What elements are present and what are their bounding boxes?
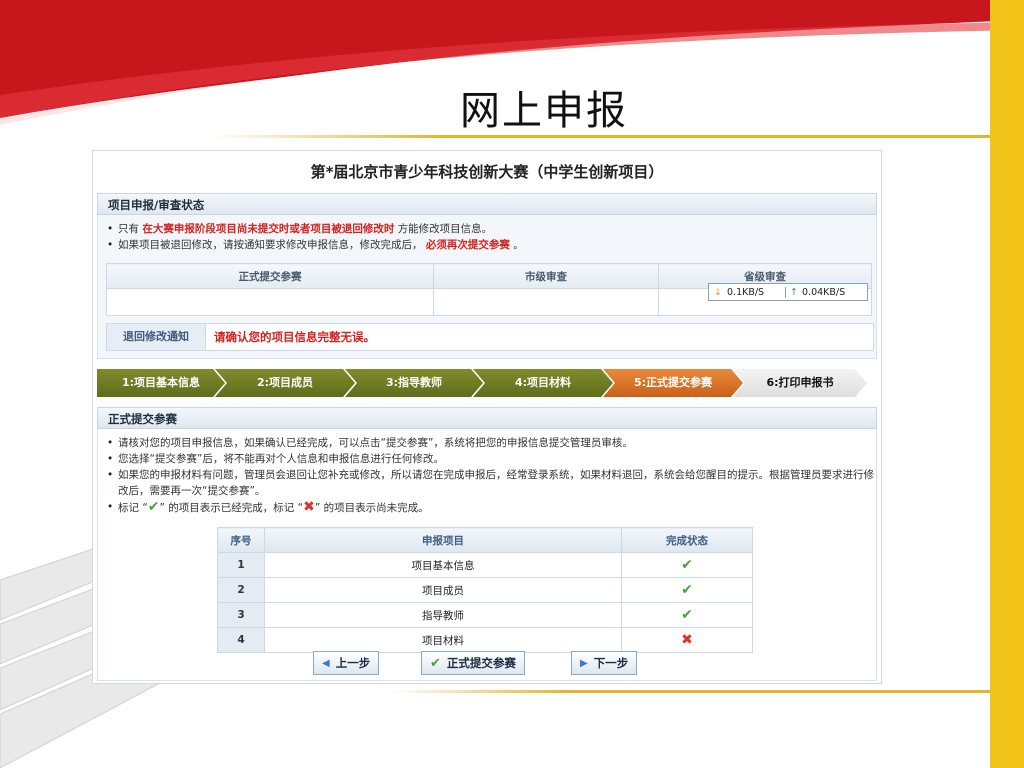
slide-title: 网上申报: [460, 88, 628, 134]
application-screenshot: 第*届北京市青少年科技创新大赛（中学生创新项目） 项目申报/审查状态 只有 在大…: [92, 150, 882, 684]
row-item: 项目材料: [264, 627, 622, 653]
legend-text: ” 的项目表示尚未完成。: [314, 502, 429, 514]
row-index: 2: [217, 577, 265, 603]
note-text: 只有: [118, 223, 139, 235]
submit-note-2: 您选择“提交参赛”后，将不能再对个人信息和申报信息进行任何修改。: [104, 451, 874, 467]
arrow-right-icon: ▶: [580, 657, 588, 669]
column-header: 申报项目: [264, 527, 622, 553]
row-index: 3: [217, 602, 265, 628]
table-row: 4 项目材料 ✖: [217, 627, 753, 653]
row-index: 1: [217, 552, 265, 578]
column-header: 正式提交参赛: [106, 263, 434, 289]
row-status: ✔: [621, 577, 753, 603]
step-basic-info[interactable]: 1:项目基本信息: [97, 369, 225, 397]
yellow-side-strip: [990, 0, 1024, 768]
contest-title: 第*届北京市青少年科技创新大赛（中学生创新项目）: [310, 163, 664, 181]
completion-table: 序号 申报项目 完成状态 1 项目基本信息 ✔ 2 项目成员 ✔ 3 指导教师 …: [217, 527, 753, 653]
note-text: 如果项目被退回修改，请按通知要求修改申报信息，修改完成后，: [118, 239, 423, 251]
note-text: 方能修改项目信息。: [397, 223, 493, 235]
cross-icon: ✖: [303, 499, 315, 515]
step-submit[interactable]: 5:正式提交参赛: [603, 369, 743, 397]
status-cell: [106, 288, 434, 316]
status-panel: 只有 在大赛申报阶段项目尚未提交时或者项目被退回修改时 方能修改项目信息。 如果…: [97, 215, 877, 359]
cross-icon: ✖: [681, 632, 693, 648]
formal-submit-button[interactable]: ✔ 正式提交参赛: [421, 651, 525, 675]
submit-panel-header: 正式提交参赛: [97, 407, 877, 429]
submit-note-3: 如果您的申报材料有问题，管理员会退回让您补充或修改，所以请您在完成申报后，经常登…: [104, 467, 874, 499]
table-row: 1 项目基本信息 ✔: [217, 552, 753, 578]
return-notice-text: 请确认您的项目信息完整无误。: [214, 330, 375, 344]
table-row: 3 指导教师 ✔: [217, 602, 753, 628]
return-notice-label: 退回修改通知: [107, 324, 206, 350]
gold-divider-bottom: [390, 690, 990, 693]
check-icon: ✔: [147, 499, 160, 515]
check-icon: ✔: [430, 655, 441, 671]
legend-text: 标记 “: [118, 502, 148, 514]
step-members[interactable]: 2:项目成员: [215, 369, 355, 397]
download-speed: 0.1KB/S: [727, 286, 765, 298]
previous-step-button[interactable]: ◀ 上一步: [313, 651, 380, 675]
upload-speed: 0.04KB/S: [802, 286, 846, 298]
button-label: 上一步: [335, 656, 371, 670]
button-label: 正式提交参赛: [446, 656, 516, 670]
row-status: ✔: [621, 552, 753, 578]
row-item: 项目成员: [264, 577, 622, 603]
column-header: 完成状态: [621, 527, 753, 553]
step-materials[interactable]: 4:项目材料: [473, 369, 613, 397]
row-item: 项目基本信息: [264, 552, 622, 578]
download-arrow-icon: ↓: [714, 286, 722, 298]
status-note-1: 只有 在大赛申报阶段项目尚未提交时或者项目被退回修改时 方能修改项目信息。: [104, 221, 864, 237]
column-header: 市级审查: [433, 263, 659, 289]
submit-note-1: 请核对您的项目申报信息，如果确认已经完成，可以点击“提交参赛”，系统将把您的申报…: [104, 435, 874, 451]
row-status: ✔: [621, 602, 753, 628]
legend-text: ” 的项目表示已经完成，标记 “: [159, 502, 304, 514]
status-cell: [433, 288, 659, 316]
row-index: 4: [217, 627, 265, 653]
next-step-button[interactable]: ▶ 下一步: [571, 651, 638, 675]
step-print[interactable]: 6:打印申报书: [733, 369, 867, 397]
upload-arrow-icon: ↑: [785, 286, 802, 298]
check-icon: ✔: [681, 607, 693, 623]
step-advisors[interactable]: 3:指导教师: [345, 369, 483, 397]
note-text: 。: [513, 239, 524, 251]
status-note-2: 如果项目被退回修改，请按通知要求修改申报信息，修改完成后， 必须再次提交参赛 。: [104, 237, 864, 253]
submit-note-legend: 标记 “✔” 的项目表示已经完成，标记 “✖” 的项目表示尚未完成。: [104, 499, 874, 516]
network-speed-widget: ↓ 0.1KB/S ↑ 0.04KB/S: [708, 283, 868, 301]
check-icon: ✔: [681, 557, 693, 573]
table-row: 2 项目成员 ✔: [217, 577, 753, 603]
column-header: 序号: [217, 527, 265, 553]
arrow-left-icon: ◀: [322, 657, 330, 669]
note-highlight: 在大赛申报阶段项目尚未提交时或者项目被退回修改时: [142, 223, 395, 235]
row-status: ✖: [621, 627, 753, 653]
progress-steps: 1:项目基本信息 2:项目成员 3:指导教师 4:项目材料 5:正式提交参赛 6…: [97, 369, 877, 397]
note-highlight: 必须再次提交参赛: [425, 239, 510, 251]
row-item: 指导教师: [264, 602, 622, 628]
button-label: 下一步: [593, 656, 629, 670]
return-notice-row: 退回修改通知 请确认您的项目信息完整无误。: [106, 323, 874, 351]
check-icon: ✔: [681, 582, 693, 598]
status-panel-header: 项目申报/审查状态: [97, 193, 877, 215]
